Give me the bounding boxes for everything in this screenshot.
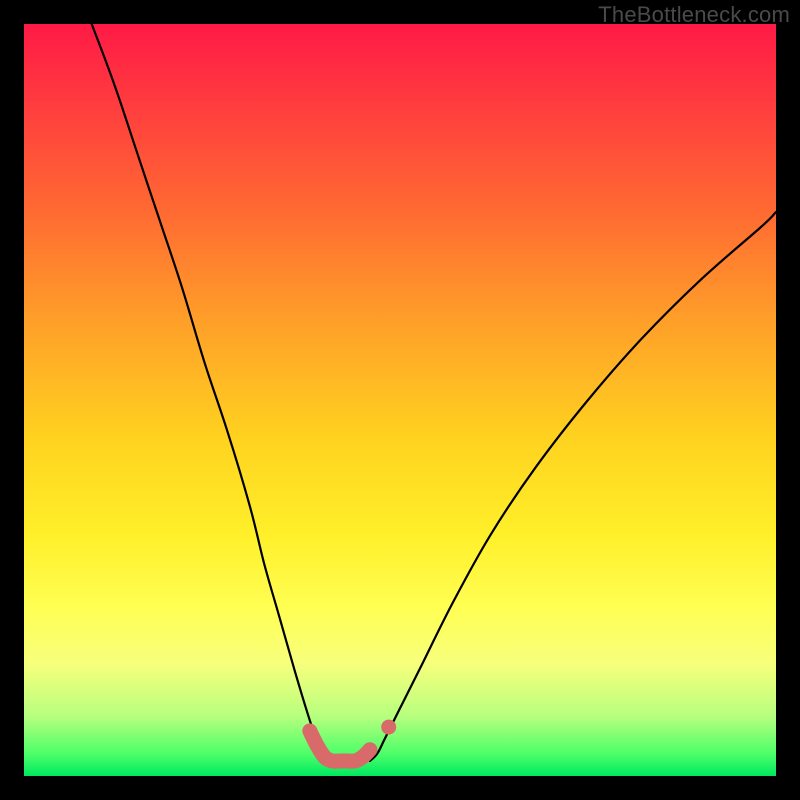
curve-right-branch bbox=[370, 212, 776, 761]
watermark-label: TheBottleneck.com bbox=[598, 2, 790, 28]
bottleneck-chart bbox=[24, 24, 776, 776]
highlight-marker-dot bbox=[381, 720, 396, 735]
highlight-minimum-segment bbox=[310, 731, 370, 761]
chart-area bbox=[24, 24, 776, 776]
curve-left-branch bbox=[92, 24, 336, 761]
